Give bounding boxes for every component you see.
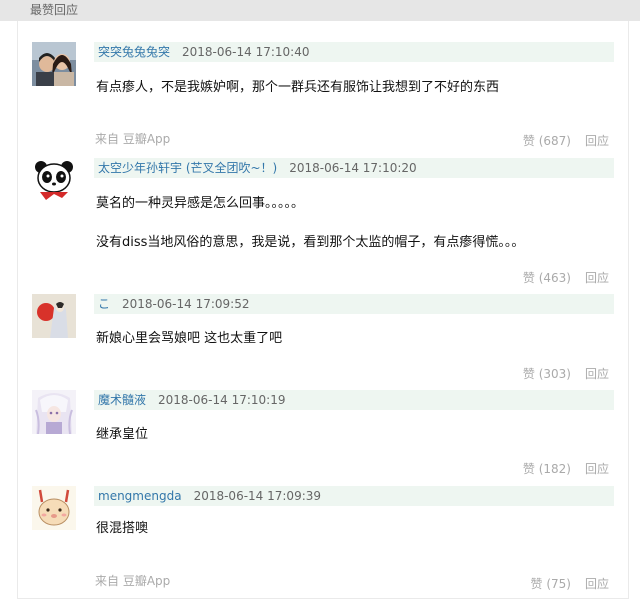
comment-meta: mengmengda 2018-06-14 17:09:39 <box>94 486 614 506</box>
reply-button[interactable]: 回应 <box>585 134 609 148</box>
reply-button[interactable]: 回应 <box>585 462 609 476</box>
comment-source: 来自 豆瓣App <box>95 574 171 588</box>
comment-text: 很混搭噢 <box>96 521 149 536</box>
like-button[interactable]: 赞 (687) <box>523 134 571 148</box>
comment-actions: 赞 (463) 回应 <box>523 270 609 286</box>
like-button[interactable]: 赞 (182) <box>523 462 571 476</box>
comment-time: 2018-06-14 17:10:40 <box>182 45 310 59</box>
comment-time: 2018-06-14 17:09:52 <box>122 297 250 311</box>
like-button[interactable]: 赞 (303) <box>523 367 571 381</box>
comment-actions: 赞 (75) 回应 <box>531 576 609 592</box>
comment-meta: 突突兔兔兔突 2018-06-14 17:10:40 <box>94 42 614 62</box>
section-header: 最赞回应 <box>0 0 640 21</box>
avatar[interactable] <box>32 294 76 338</box>
comment-text: 新娘心里会骂娘吧 这也太重了吧 <box>96 331 283 346</box>
avatar[interactable] <box>32 390 76 434</box>
comment-author[interactable]: mengmengda <box>98 489 182 503</box>
avatar[interactable] <box>32 42 76 86</box>
comment-meta: 太空少年孙轩宇 (芒叉全团吹~！) 2018-06-14 17:10:20 <box>94 158 614 178</box>
reply-button[interactable]: 回应 <box>585 577 609 591</box>
avatar[interactable] <box>32 486 76 530</box>
like-button[interactable]: 赞 (75) <box>531 577 571 591</box>
comment-meta: こ 2018-06-14 17:09:52 <box>94 294 614 314</box>
comment-text: 有点瘆人，不是我嫉妒啊，那个一群兵还有服饰让我想到了不好的东西 <box>96 80 500 95</box>
comment-author[interactable]: 突突兔兔兔突 <box>98 45 170 59</box>
comment-author[interactable]: こ <box>98 297 110 311</box>
comment-author[interactable]: 太空少年孙轩宇 (芒叉全团吹~！) <box>98 161 277 175</box>
like-button[interactable]: 赞 (463) <box>523 271 571 285</box>
comment-meta: 魔术髓液 2018-06-14 17:10:19 <box>94 390 614 410</box>
comment-text: 没有diss当地风俗的意思，我是说，看到那个太监的帽子，有点瘆得慌。。。 <box>96 235 525 250</box>
comment-text: 继承皇位 <box>96 427 149 442</box>
reply-button[interactable]: 回应 <box>585 367 609 381</box>
comment-text: 莫名的一种灵异感是怎么回事。。。。。 <box>96 196 305 211</box>
reply-button[interactable]: 回应 <box>585 271 609 285</box>
comment-actions: 赞 (687) 回应 <box>523 133 609 149</box>
comment-actions: 赞 (303) 回应 <box>523 366 609 382</box>
comment-author[interactable]: 魔术髓液 <box>98 393 146 407</box>
comment-source: 来自 豆瓣App <box>95 132 171 146</box>
comment-time: 2018-06-14 17:10:19 <box>158 393 286 407</box>
avatar[interactable] <box>32 158 76 202</box>
comment-time: 2018-06-14 17:10:20 <box>289 161 417 175</box>
comment-time: 2018-06-14 17:09:39 <box>193 489 322 503</box>
comment-actions: 赞 (182) 回应 <box>523 461 609 477</box>
